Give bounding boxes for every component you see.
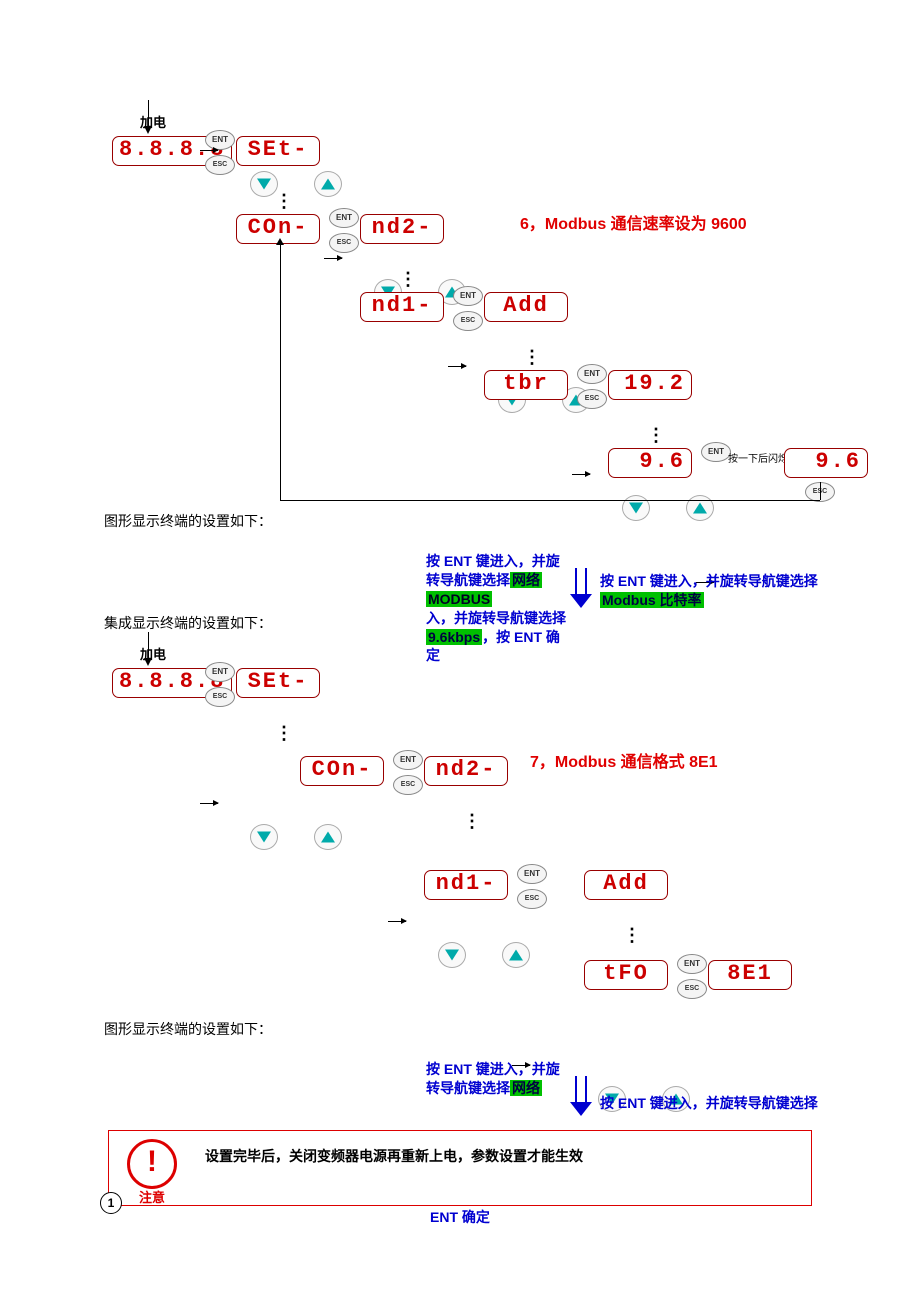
dots: ⋮ [463,818,481,825]
ent-button[interactable]: ENT [453,286,483,306]
display-nd1: nd1- [424,870,508,900]
display-tbr: tbr [484,370,568,400]
esc-button[interactable]: ESC [677,979,707,999]
ent-button[interactable]: ENT [677,954,707,974]
instruction-left: 按 ENT 键进入，并旋转导航键选择网络 MODBUS 入，并旋转导航键选择 9… [426,552,566,665]
arrow-up-icon [276,238,284,245]
up-button[interactable] [314,171,342,197]
up-button[interactable] [502,942,530,968]
esc-button[interactable]: ESC [577,389,607,409]
arrow-right-icon [388,921,406,922]
down-button[interactable] [622,495,650,521]
display-set: SEt- [236,668,320,698]
hl-bitrate: Modbus 比特率 [600,592,704,608]
section7-title: 7，Modbus 通信格式 8E1 [530,748,718,772]
arrow-right-icon [448,366,466,367]
esc-button[interactable]: ESC [453,311,483,331]
ent-button[interactable]: ENT [205,130,235,150]
display-nd1: nd1- [360,292,444,322]
display-nd2: nd2- [424,756,508,786]
display-add: Add [484,292,568,322]
text: 按 ENT 键进入，并旋转导航键选择 [600,1095,818,1111]
up-button[interactable] [314,824,342,850]
hl-network: 网络 [510,1080,542,1096]
page: 加电 8.8.8.8 ENT ESC SEt- ⋮ COn- ENT ESC n… [0,0,920,1302]
display-96a: 9.6 [608,448,692,478]
line [280,500,820,501]
section6-integrated-caption: 集成显示终端的设置如下： [104,612,272,636]
exclamation-icon: ! [130,1142,174,1182]
ent-button[interactable]: ENT [577,364,607,384]
down-button[interactable] [250,171,278,197]
note-text: 设置完毕后，关闭变频器电源再重新上电，参数设置才能生效 [205,1145,583,1169]
line [148,100,149,126]
big-arrow-down-icon [570,568,592,608]
text: 入，并旋转导航键选择 [426,610,566,626]
dots: ⋮ [275,730,293,737]
big-arrow-down-icon [570,1076,592,1116]
display-add: Add [584,870,668,900]
cutoff-text: ENT 确定 [430,1208,490,1227]
arrow-down-icon [144,126,152,134]
esc-button[interactable]: ESC [517,889,547,909]
line [148,632,149,658]
hl-rate: 9.6kbps [426,629,482,645]
display-tfo: tFO [584,960,668,990]
display-set: SEt- [236,136,320,166]
dots: ⋮ [623,932,641,939]
arrow-right-icon [200,150,218,151]
section7-graphic-caption: 图形显示终端的设置如下： [104,1018,272,1042]
arrow-right-icon [324,258,342,259]
display-con: COn- [300,756,384,786]
note-label: 注意 [139,1187,165,1206]
arrow-right-icon [572,474,590,475]
press-flash-note: 按一下后闪烁 [728,450,788,465]
instruction-right: 按 ENT 键进入，并旋转导航键选择 [600,1094,860,1113]
ent-button[interactable]: ENT [517,864,547,884]
dots: ⋮ [275,198,293,205]
down-button[interactable] [438,942,466,968]
hl-network: 网络 [510,572,542,588]
up-button[interactable] [686,495,714,521]
esc-button[interactable]: ESC [205,687,235,707]
esc-button[interactable]: ESC [205,155,235,175]
esc-button[interactable]: ESC [329,233,359,253]
ent-button[interactable]: ENT [205,662,235,682]
arrow-down-icon [144,658,152,666]
note-box: ! 注意 设置完毕后，关闭变频器电源再重新上电，参数设置才能生效 [108,1130,812,1206]
section6-graphic-caption: 图形显示终端的设置如下： [104,510,272,534]
arrow-right-icon [200,803,218,804]
instruction-left: 按 ENT 键进入，并旋转导航键选择网络 [426,1060,566,1098]
display-nd2: nd2- [360,214,444,244]
display-8e1: 8E1 [708,960,792,990]
ent-button[interactable]: ENT [329,208,359,228]
display-192: 19.2 [608,370,692,400]
instruction-right: 按 ENT 键进入，并旋转导航键选择 Modbus 比特率 [600,572,860,610]
dots: ⋮ [399,276,417,283]
text: 按 ENT 键进入，并旋转导航键选择 [600,573,818,589]
esc-button[interactable]: ESC [393,775,423,795]
ent-button[interactable]: ENT [701,442,731,462]
ent-button[interactable]: ENT [393,750,423,770]
display-96b: 9.6 [784,448,868,478]
warning-icon: ! [127,1139,177,1189]
dots: ⋮ [647,432,665,439]
hl-modbus: MODBUS [426,591,492,607]
line [280,243,281,500]
down-button[interactable] [250,824,278,850]
page-number: 1 [100,1192,122,1214]
dots: ⋮ [523,354,541,361]
section6-title: 6，Modbus 通信速率设为 9600 [520,210,747,234]
line [820,482,821,500]
